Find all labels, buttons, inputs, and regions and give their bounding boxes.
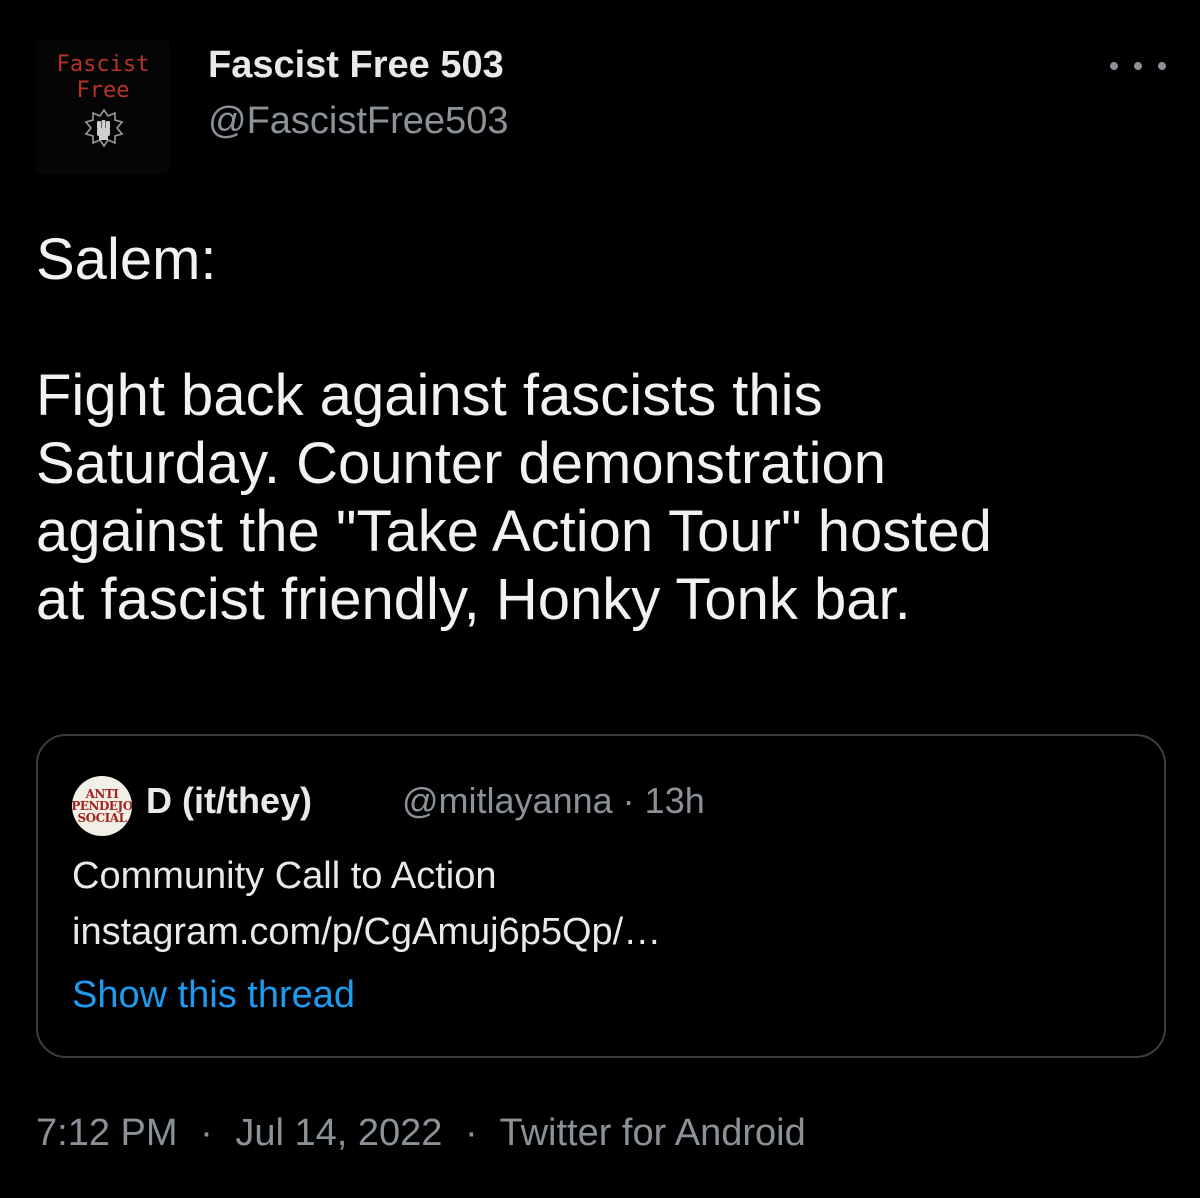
footer-separator: · (464, 1112, 478, 1154)
quoted-tweet-text: Community Call to Action instagram.com/p… (72, 855, 662, 953)
more-dot (1134, 62, 1142, 70)
raised-fist-icon (84, 108, 124, 148)
avatar-logo-text: Fascist Free (56, 52, 150, 103)
tweet-text: Salem: Fight back against fascists this … (36, 227, 992, 632)
footer-separator: · (200, 1112, 213, 1154)
quoted-tweet[interactable]: ANTI PENDEJO SOCIAL D (it/they) @mitlaya… (36, 734, 1166, 1058)
more-options-icon[interactable] (1110, 50, 1166, 82)
quoted-avatar-text-line: SOCIAL (77, 811, 127, 825)
author-avatar[interactable]: Fascist Free (36, 40, 170, 174)
more-dot (1158, 62, 1166, 70)
author-handle[interactable]: @FascistFree503 (208, 100, 508, 143)
quoted-time-ago[interactable]: 13h (645, 780, 705, 821)
quoted-author-meta: @mitlayanna · 13h (402, 780, 705, 822)
quoted-author-display-name[interactable]: D (it/they) (146, 780, 312, 822)
tweet-date[interactable]: Jul 14, 2022 (235, 1112, 442, 1154)
author-display-name[interactable]: Fascist Free 503 (208, 44, 504, 87)
tweet-source[interactable]: Twitter for Android (499, 1112, 805, 1154)
quoted-author-handle[interactable]: @mitlayanna (402, 780, 613, 821)
tweet: Fascist Free Fascist Free 503 @FascistFr… (0, 0, 1200, 1198)
meta-separator: · (622, 780, 635, 821)
tweet-time[interactable]: 7:12 PM (36, 1112, 178, 1154)
quoted-author-avatar[interactable]: ANTI PENDEJO SOCIAL (72, 776, 132, 836)
show-thread-link[interactable]: Show this thread (72, 974, 355, 1017)
more-dot (1110, 62, 1118, 70)
tweet-footer: 7:12 PM · Jul 14, 2022 · Twitter for And… (36, 1112, 806, 1155)
